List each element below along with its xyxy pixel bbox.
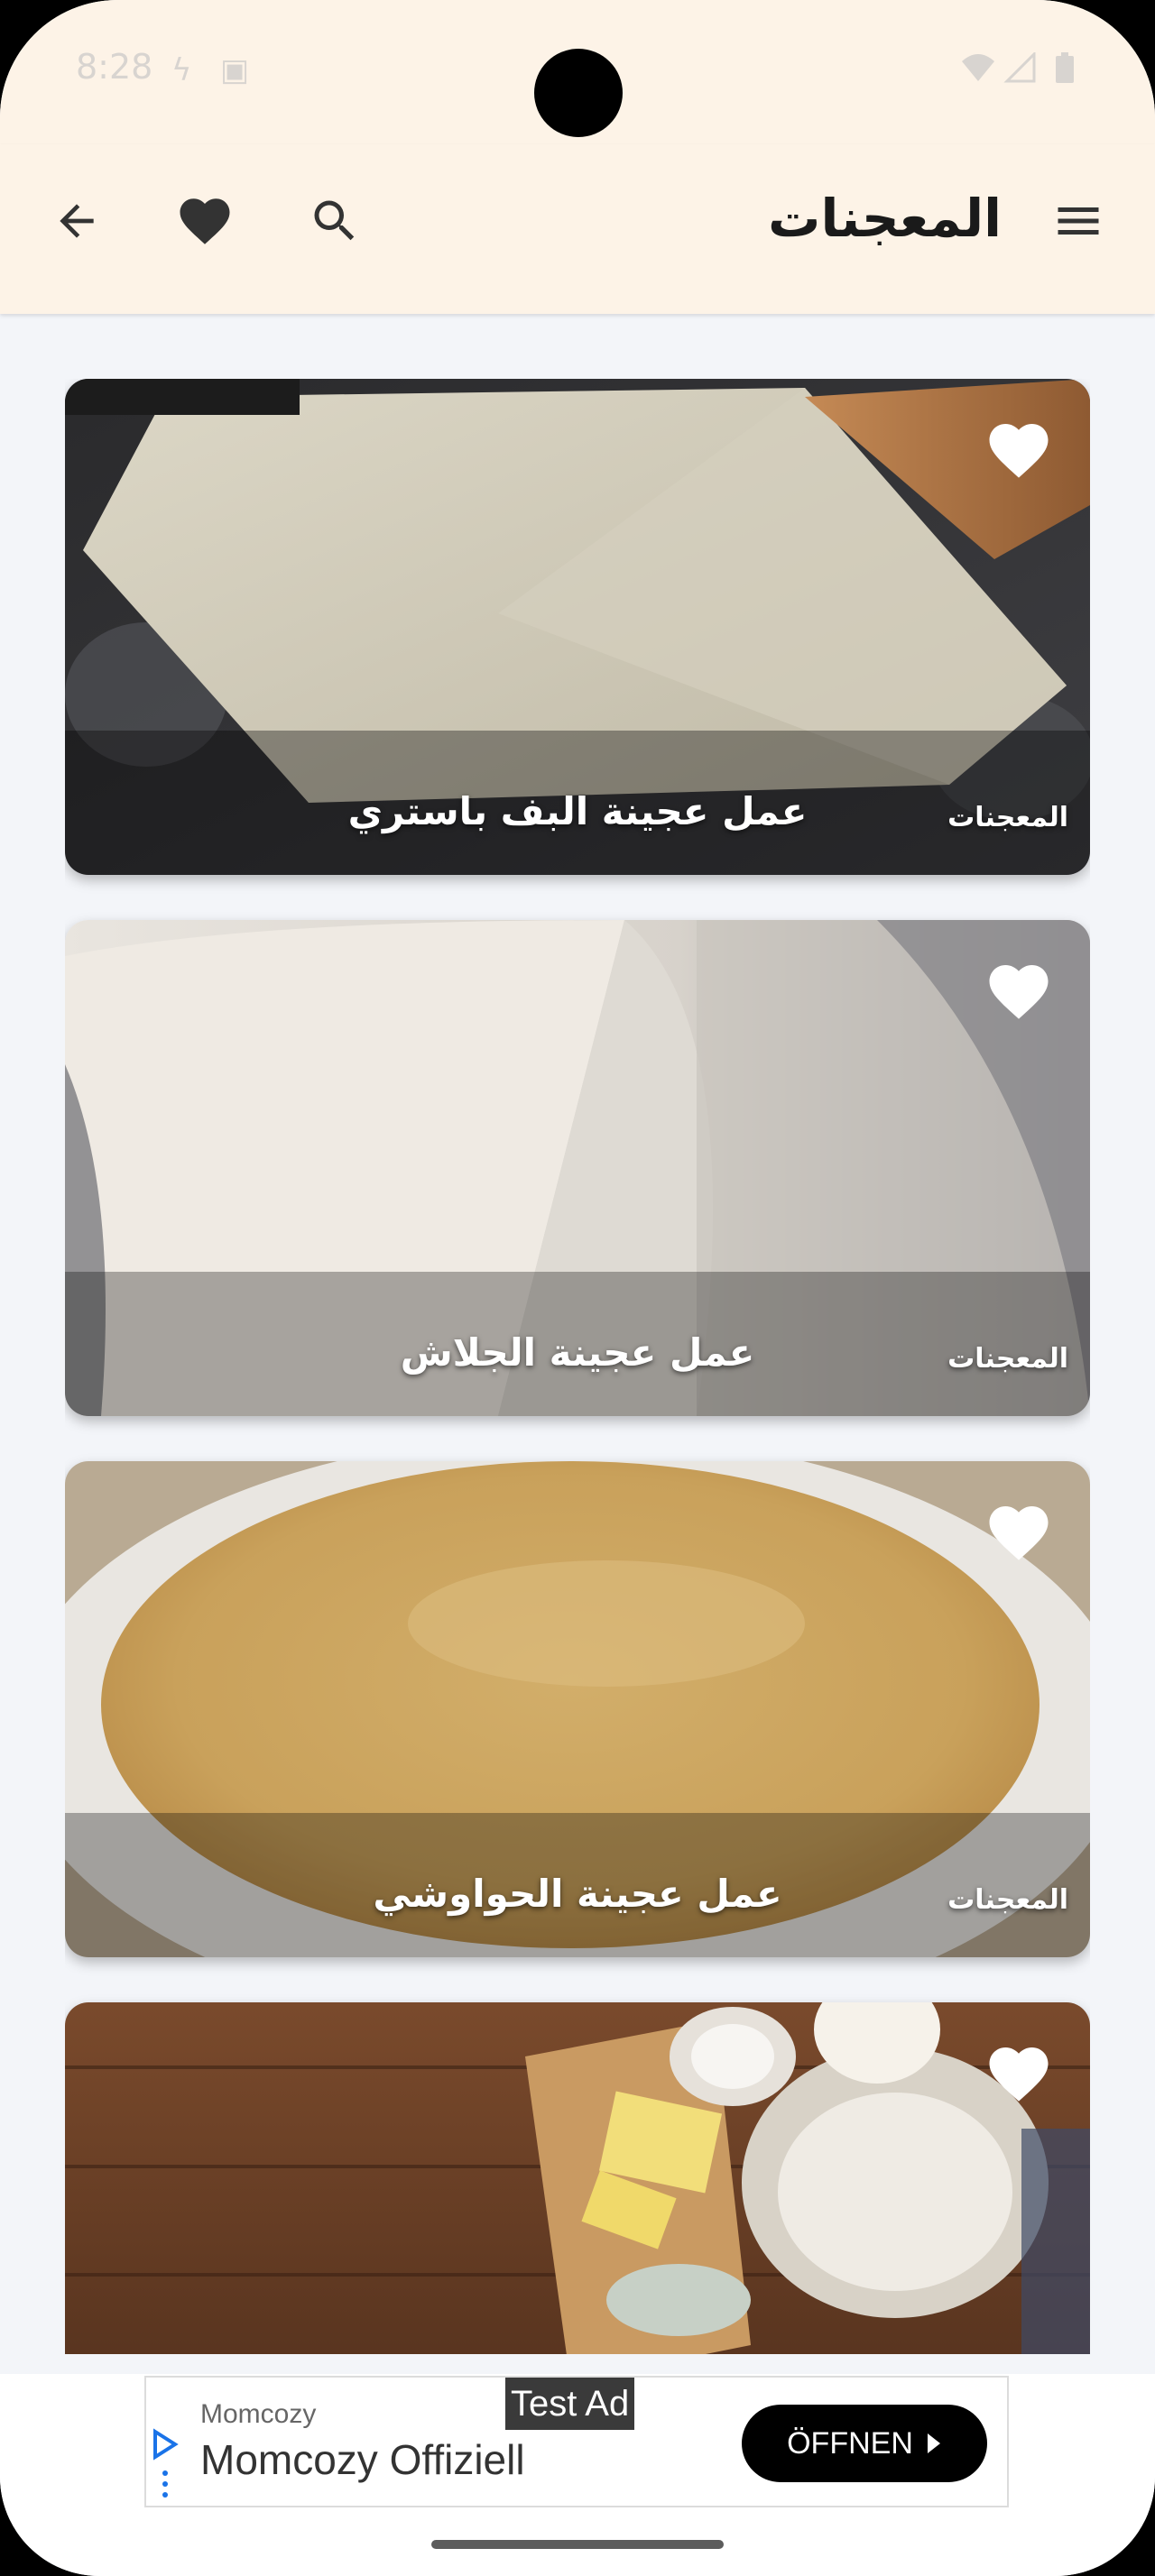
recipe-card[interactable]: عمل عجينة الجلاش المعجنات	[65, 920, 1090, 1416]
favorite-heart-icon[interactable]	[984, 956, 1054, 1021]
menu-icon	[1058, 207, 1099, 235]
ad-choices-icon[interactable]	[152, 2428, 179, 2500]
recipe-image	[65, 2002, 1090, 2354]
status-bar: 8:28 ϟ ▣	[0, 0, 1155, 144]
status-time: 8:28	[76, 47, 153, 87]
ad-open-label: ÖFFNEN	[787, 2425, 913, 2461]
notification-icon: ▣	[220, 52, 250, 88]
back-button[interactable]	[36, 180, 117, 262]
ad-banner[interactable]: Momcozy Momcozy Offiziell Test Ad ÖFFNEN	[144, 2376, 1009, 2507]
signal-icon	[1003, 51, 1036, 91]
charging-icon: ϟ	[171, 52, 192, 88]
recipe-card[interactable]: عمل عجينة الحواوشي المعجنات	[65, 1461, 1090, 1957]
camera-cutout	[534, 49, 623, 137]
ad-open-button[interactable]: ÖFFNEN	[742, 2405, 987, 2482]
recipe-category: المعجنات	[947, 802, 1068, 833]
screen: 8:28 ϟ ▣ المعجنات عمل عجينة البف باستري …	[0, 0, 1155, 2576]
recipe-title: عمل عجينة البف باستري	[347, 789, 808, 833]
ad-title[interactable]: Momcozy Offiziell	[200, 2435, 525, 2484]
heart-icon	[180, 198, 230, 244]
recipe-list[interactable]: عمل عجينة البف باستري المعجنات عمل عجينة…	[65, 379, 1090, 2354]
recipe-category: المعجنات	[947, 1884, 1068, 1916]
recipe-title: عمل عجينة الحواوشي	[373, 1872, 782, 1916]
recipe-card[interactable]: عمل عجينة البف باستري المعجنات	[65, 379, 1090, 875]
recipe-card[interactable]	[65, 2002, 1090, 2354]
wifi-icon	[960, 52, 996, 91]
recipe-title: عمل عجينة الجلاش	[400, 1330, 755, 1375]
ad-brand: Momcozy	[200, 2399, 317, 2429]
device-frame: 8:28 ϟ ▣ المعجنات عمل عجينة البف باستري …	[0, 0, 1155, 2576]
page-title: المعجنات	[768, 188, 1002, 249]
search-button[interactable]	[294, 180, 375, 262]
gesture-nav-handle[interactable]	[431, 2540, 724, 2549]
favorites-button[interactable]	[164, 180, 245, 262]
recipe-category: المعجنات	[947, 1343, 1068, 1375]
play-arrow-icon	[927, 2433, 940, 2453]
favorite-heart-icon[interactable]	[984, 415, 1054, 480]
favorite-heart-icon[interactable]	[984, 2038, 1054, 2103]
app-bar: المعجنات	[0, 144, 1155, 314]
back-arrow-icon	[60, 204, 94, 238]
menu-button[interactable]	[1038, 180, 1119, 262]
battery-icon	[1054, 52, 1076, 93]
search-icon	[314, 200, 355, 241]
test-ad-label: Test Ad	[505, 2378, 635, 2430]
favorite-heart-icon[interactable]	[984, 1497, 1054, 1562]
